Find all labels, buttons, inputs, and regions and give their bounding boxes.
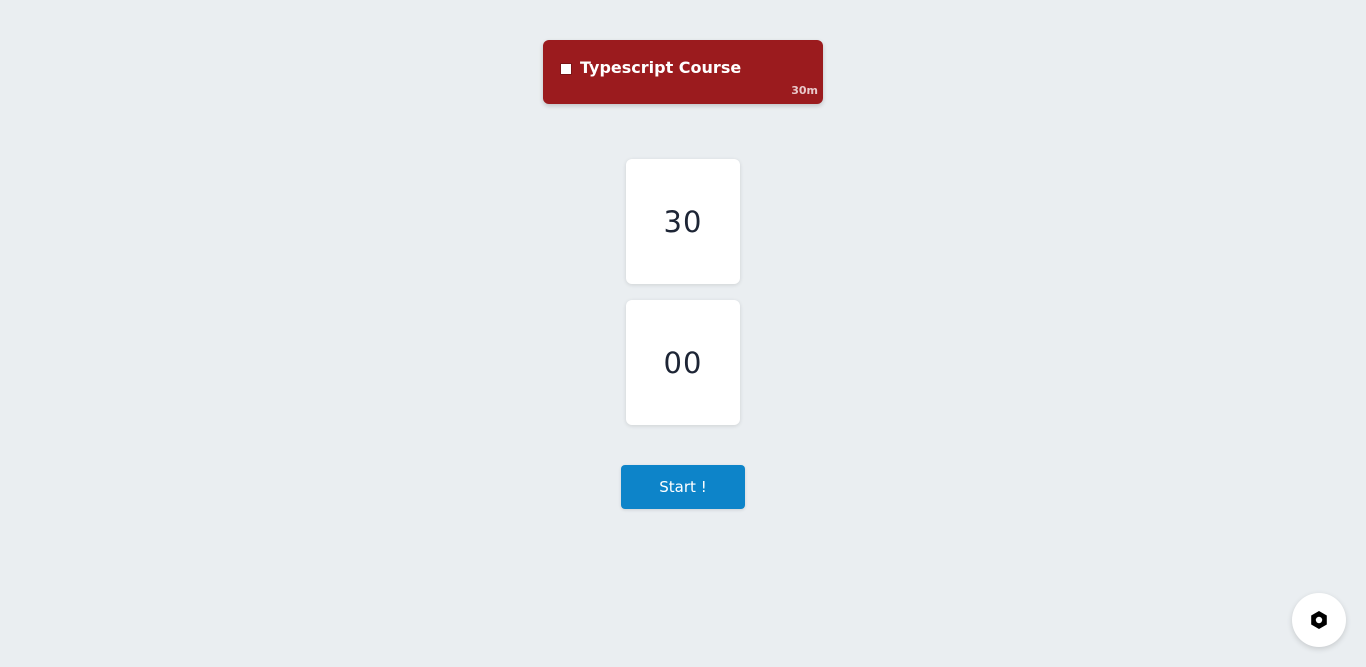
task-duration: 30m [791,84,818,97]
seconds-display: 00 [626,300,740,425]
task-title: Typescript Course [580,58,742,77]
task-card[interactable]: Typescript Course 30m [543,40,823,104]
settings-hexagon-icon [1309,610,1329,630]
task-checkbox[interactable] [560,63,572,75]
minutes-display: 30 [626,159,740,284]
settings-button[interactable] [1292,593,1346,647]
start-button[interactable]: Start ! [621,465,745,509]
